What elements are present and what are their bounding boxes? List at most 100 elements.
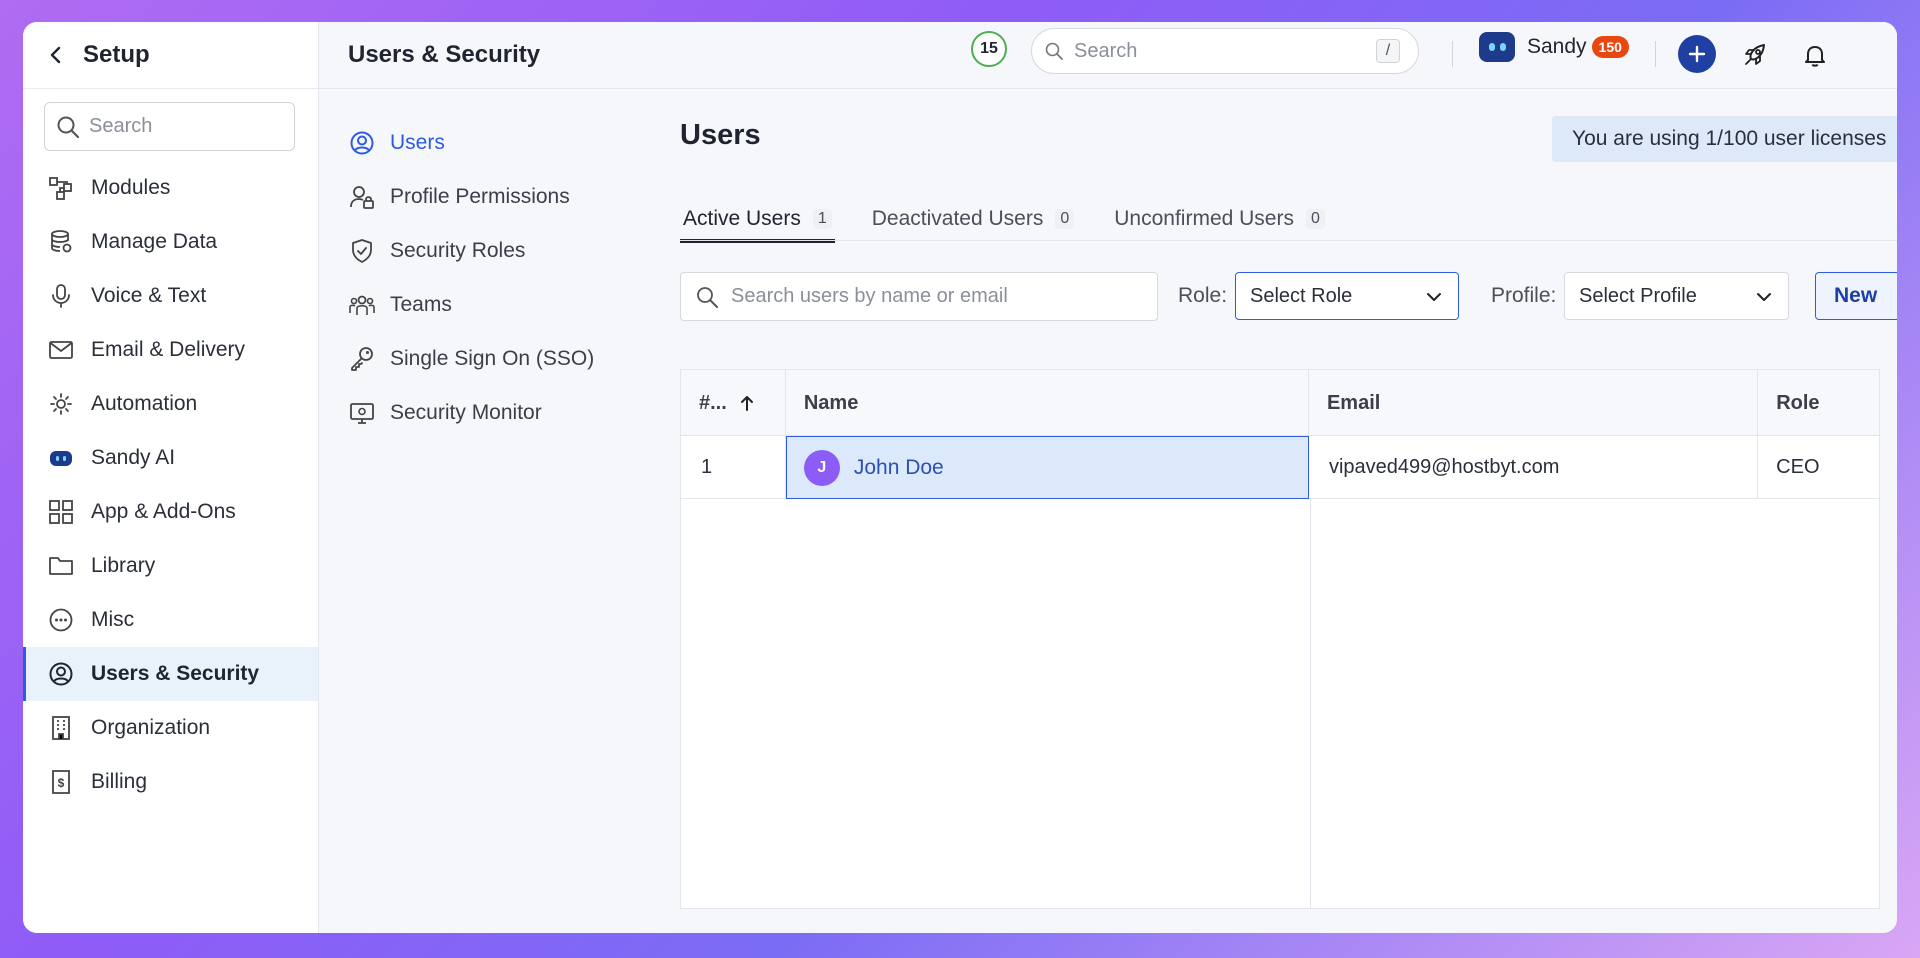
billing-icon: $ <box>47 768 75 796</box>
notification-count-badge[interactable]: 15 <box>971 31 1007 67</box>
column-header-name[interactable]: Name <box>786 370 1309 436</box>
robot-icon <box>1479 32 1515 62</box>
subnav-item-users[interactable]: Users <box>319 116 639 170</box>
tab-count: 0 <box>1055 209 1075 229</box>
sidebar-item-label: Manage Data <box>91 230 218 253</box>
chevron-down-icon <box>1427 293 1441 301</box>
folder-icon <box>47 552 75 580</box>
svg-text:$: $ <box>58 776 65 790</box>
sidebar-item-app-addons[interactable]: App & Add-Ons <box>23 485 318 539</box>
sidebar-header: Setup <box>23 22 318 89</box>
sidebar-item-label: Organization <box>91 716 211 739</box>
rocket-button[interactable] <box>1737 37 1773 73</box>
chevron-left-icon <box>50 46 61 64</box>
search-icon <box>57 116 80 138</box>
sidebar-item-automation[interactable]: Automation <box>23 377 318 431</box>
search-icon <box>697 286 718 308</box>
table-header: #... Name Email Role <box>681 370 1879 436</box>
role-select-value: Select Role <box>1250 284 1353 307</box>
profile-filter-label: Profile: <box>1491 284 1557 307</box>
robot-icon <box>47 444 75 472</box>
tab-count: 1 <box>812 209 832 229</box>
users-table: #... Name Email Role 1 J John Doe vipave… <box>680 369 1880 909</box>
monitor-icon <box>348 399 376 427</box>
user-lock-icon <box>348 183 376 211</box>
column-header-role[interactable]: Role <box>1758 370 1879 436</box>
cell-number: 1 <box>681 436 786 499</box>
search-icon <box>1045 42 1063 60</box>
shield-check-icon <box>348 237 376 265</box>
tab-unconfirmed-users[interactable]: Unconfirmed Users 0 <box>1111 199 1328 239</box>
team-icon <box>348 291 376 319</box>
sidebar-item-label: Modules <box>91 176 171 199</box>
user-search-placeholder: Search users by name or email <box>731 285 1008 307</box>
page-title: Users & Security <box>348 41 541 68</box>
new-user-button[interactable]: New <box>1815 272 1897 320</box>
microphone-icon <box>47 282 75 310</box>
subnav-item-label: Single Sign On (SSO) <box>390 347 595 370</box>
cell-email: vipaved499@hostbyt.com <box>1309 436 1759 499</box>
license-usage-banner: You are using 1/100 user licenses <box>1552 116 1897 162</box>
tab-deactivated-users[interactable]: Deactivated Users 0 <box>869 199 1077 239</box>
subnav-item-profile-permissions[interactable]: Profile Permissions <box>319 170 639 224</box>
tab-active-users[interactable]: Active Users 1 <box>680 199 835 243</box>
top-bar: Users & Security 15 Search / Sandy 150 <box>319 22 1897 89</box>
sidebar-item-manage-data[interactable]: Manage Data <box>23 215 318 269</box>
sidebar-item-label: Sandy AI <box>91 446 176 469</box>
subnav-item-label: Users <box>390 131 445 154</box>
user-circle-icon <box>47 660 75 688</box>
global-search-input[interactable]: Search / <box>1031 28 1419 74</box>
user-search-input[interactable]: Search users by name or email <box>680 272 1158 321</box>
user-name-link[interactable]: John Doe <box>854 456 944 480</box>
column-header-number[interactable]: #... <box>681 370 786 436</box>
create-new-button[interactable] <box>1678 35 1716 73</box>
section-heading: Users <box>680 119 761 151</box>
sidebar-item-users-security[interactable]: Users & Security <box>23 647 318 701</box>
sort-ascending-icon <box>740 396 753 411</box>
sandy-assistant-button[interactable]: Sandy 150 <box>1479 32 1629 62</box>
table-row[interactable]: 1 J John Doe vipaved499@hostbyt.com CEO <box>681 436 1879 499</box>
sidebar-item-misc[interactable]: Misc <box>23 593 318 647</box>
sidebar-search-input[interactable]: Search <box>44 102 295 151</box>
subnav-item-sso[interactable]: Single Sign On (SSO) <box>319 332 639 386</box>
subnav-item-label: Security Monitor <box>390 401 542 424</box>
sidebar-item-library[interactable]: Library <box>23 539 318 593</box>
sidebar-item-organization[interactable]: Organization <box>23 701 318 755</box>
sidebar-item-email-delivery[interactable]: Email & Delivery <box>23 323 318 377</box>
subnav-item-security-roles[interactable]: Security Roles <box>319 224 639 278</box>
back-button[interactable] <box>39 38 73 72</box>
sidebar-item-modules[interactable]: Modules <box>23 161 318 215</box>
app-window: Setup Search Modules Manage Data Voice &… <box>23 22 1897 933</box>
subnav-item-teams[interactable]: Teams <box>319 278 639 332</box>
tab-label: Unconfirmed Users <box>1114 207 1294 230</box>
notifications-button[interactable] <box>1797 37 1833 73</box>
assistant-name: Sandy <box>1527 35 1587 58</box>
sidebar-item-billing[interactable]: $ Billing <box>23 755 318 809</box>
main-area: Users & Security 15 Search / Sandy 150 U… <box>319 22 1897 933</box>
divider <box>1655 41 1656 67</box>
subnav-item-security-monitor[interactable]: Security Monitor <box>319 386 639 440</box>
sidebar-item-label: Email & Delivery <box>91 338 246 361</box>
bell-icon <box>1805 46 1825 67</box>
column-header-email[interactable]: Email <box>1309 370 1759 436</box>
profile-select[interactable]: Select Profile <box>1564 272 1789 320</box>
global-search-placeholder: Search <box>1074 39 1138 62</box>
divider <box>1452 41 1453 67</box>
cell-role: CEO <box>1776 456 1820 478</box>
chevron-down-icon <box>1757 293 1771 301</box>
profile-select-value: Select Profile <box>1579 284 1697 307</box>
subnav-item-label: Teams <box>390 293 452 316</box>
search-shortcut-key: / <box>1376 39 1400 63</box>
role-select[interactable]: Select Role <box>1235 272 1459 320</box>
sidebar-item-sandy-ai[interactable]: Sandy AI <box>23 431 318 485</box>
automation-icon <box>47 390 75 418</box>
sidebar-search-placeholder: Search <box>89 115 153 137</box>
tab-count: 0 <box>1305 209 1325 229</box>
envelope-icon <box>47 336 75 364</box>
sidebar-item-voice-text[interactable]: Voice & Text <box>23 269 318 323</box>
sidebar-item-label: Users & Security <box>91 662 260 685</box>
sidebar-item-label: Automation <box>91 392 198 415</box>
grid-icon <box>47 498 75 526</box>
user-circle-icon <box>348 129 376 157</box>
cell-name[interactable]: J John Doe <box>785 436 1309 499</box>
